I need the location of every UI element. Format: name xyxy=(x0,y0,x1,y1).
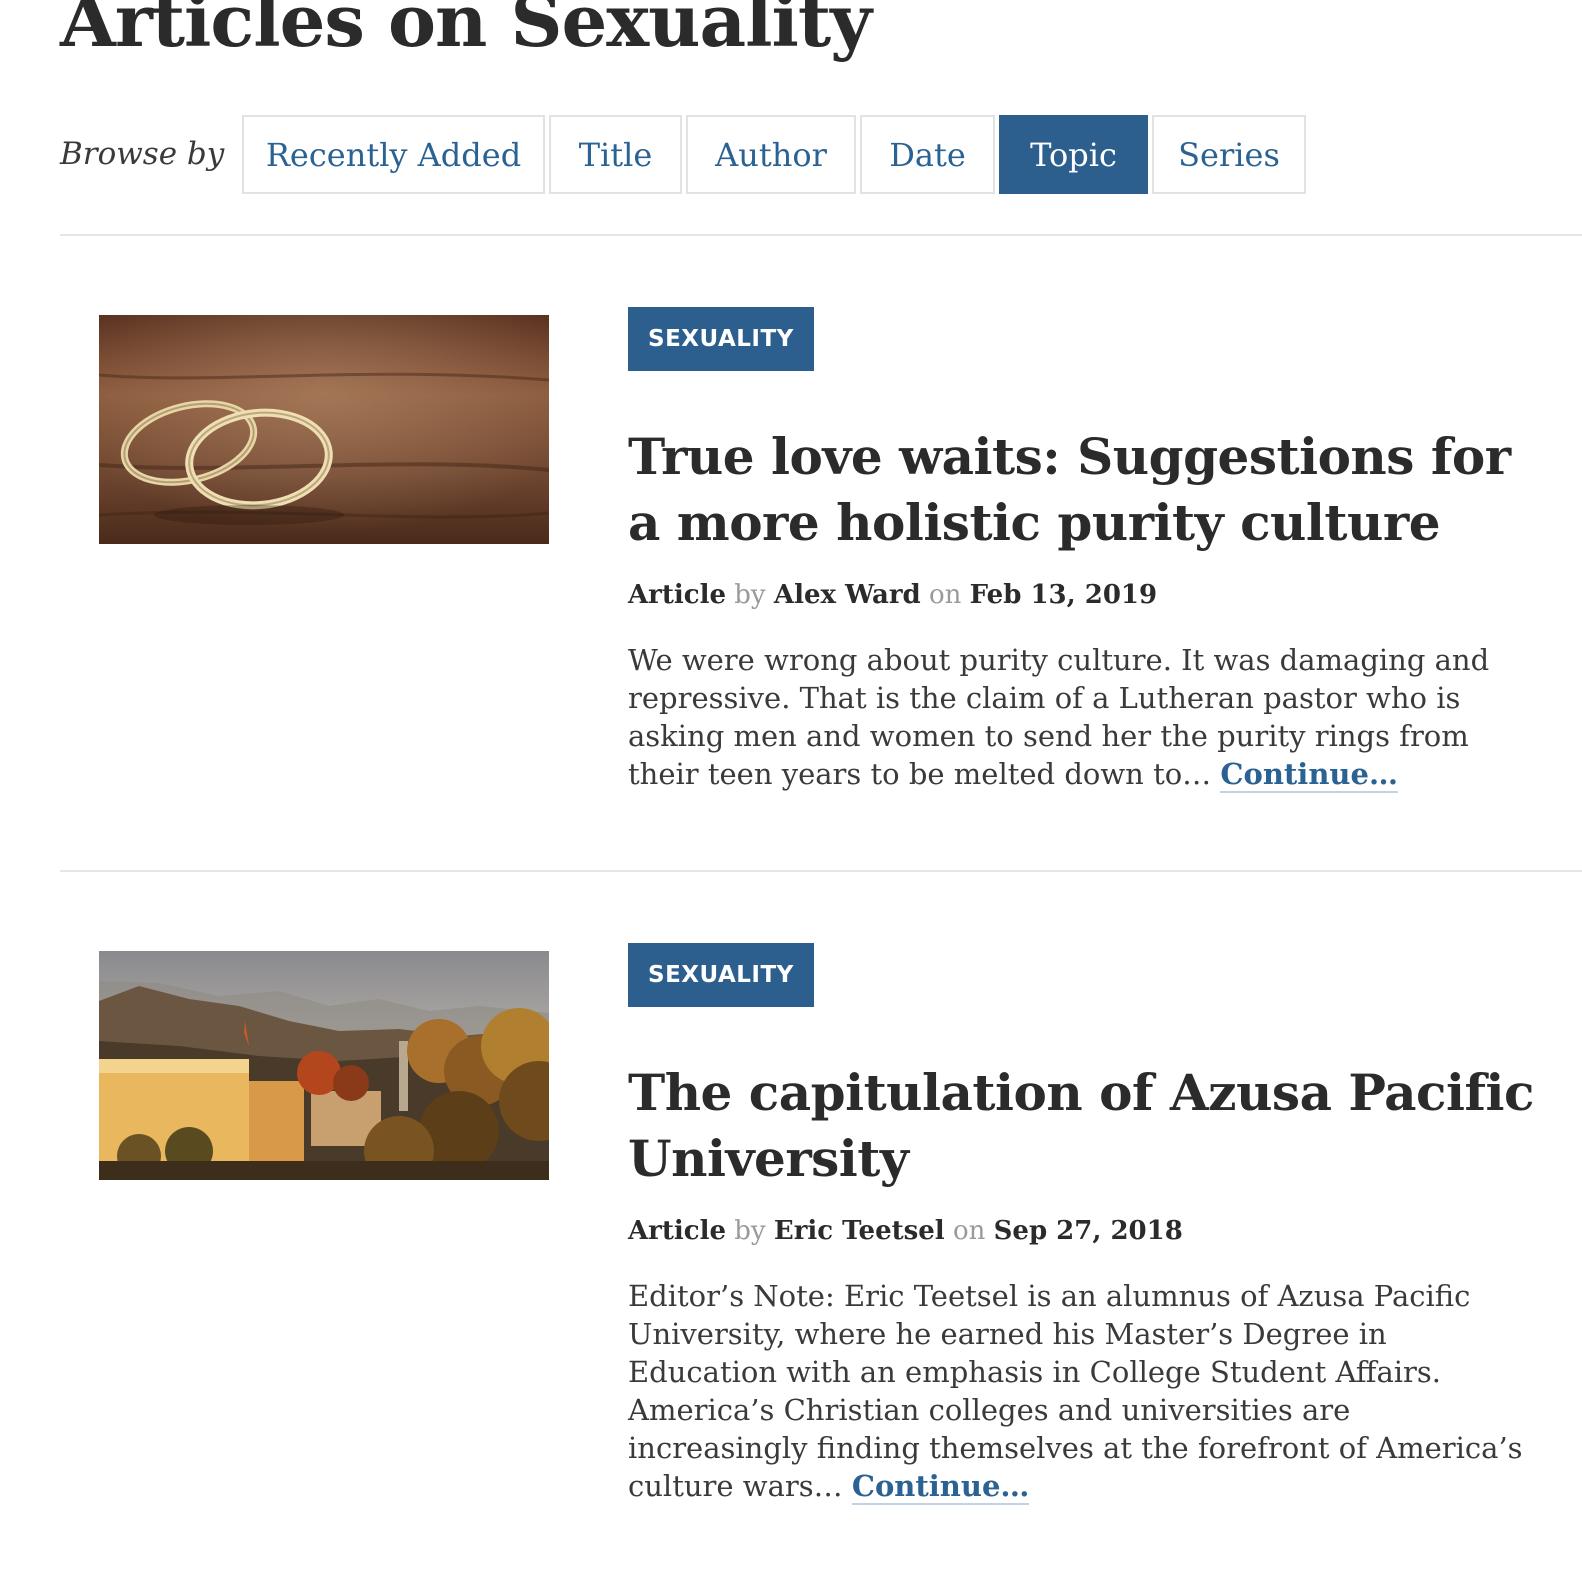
excerpt-text: Editor’s Note: Eric Teetsel is an alumnu… xyxy=(628,1279,1523,1503)
article-author[interactable]: Alex Ward xyxy=(774,580,921,610)
campus-image xyxy=(99,951,549,1180)
article-thumbnail[interactable] xyxy=(99,315,549,544)
browse-bar: Browse by Recently Added Title Author Da… xyxy=(60,115,1310,194)
continue-link[interactable]: Continue… xyxy=(1220,757,1398,793)
tab-date[interactable]: Date xyxy=(860,115,995,194)
continue-link[interactable]: Continue… xyxy=(851,1469,1030,1505)
article-date: Sep 27, 2018 xyxy=(993,1216,1183,1246)
article-title[interactable]: True love waits: Suggestions for a more … xyxy=(628,424,1548,556)
divider xyxy=(60,234,1582,236)
article-author[interactable]: Eric Teetsel xyxy=(774,1216,945,1246)
wedding-rings-image xyxy=(99,315,549,544)
browse-label: Browse by xyxy=(60,135,225,172)
tab-title[interactable]: Title xyxy=(549,115,682,194)
tab-series[interactable]: Series xyxy=(1152,115,1306,194)
article-excerpt: Editor’s Note: Eric Teetsel is an alumnu… xyxy=(628,1277,1528,1505)
meta-on: on xyxy=(952,1216,986,1246)
divider xyxy=(60,870,1582,872)
tab-recently-added[interactable]: Recently Added xyxy=(242,115,545,194)
meta-by: by xyxy=(734,580,766,610)
tab-author[interactable]: Author xyxy=(686,115,856,194)
article-date: Feb 13, 2019 xyxy=(969,580,1158,610)
article-type: Article xyxy=(628,1216,727,1246)
category-badge[interactable]: SEXUALITY xyxy=(628,943,814,1007)
meta-on: on xyxy=(928,580,962,610)
category-badge[interactable]: SEXUALITY xyxy=(628,307,814,371)
meta-by: by xyxy=(734,1216,766,1246)
article-type: Article xyxy=(628,580,727,610)
article-meta: Article by Eric Teetsel on Sep 27, 2018 xyxy=(628,1216,1183,1246)
tab-topic[interactable]: Topic xyxy=(999,115,1148,194)
article-meta: Article by Alex Ward on Feb 13, 2019 xyxy=(628,580,1157,610)
page-title: Articles on Sexuality xyxy=(60,0,872,63)
article-excerpt: We were wrong about purity culture. It w… xyxy=(628,641,1528,793)
browse-tabs: Recently Added Title Author Date Topic S… xyxy=(242,115,1310,194)
article-thumbnail[interactable] xyxy=(99,951,549,1180)
article-title[interactable]: The capitulation of Azusa Pacific Univer… xyxy=(628,1060,1548,1192)
